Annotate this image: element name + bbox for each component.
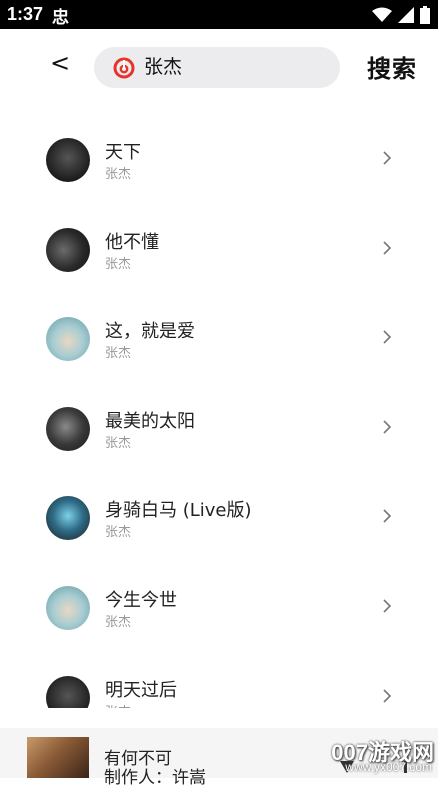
status-icons: [372, 5, 430, 25]
wifi-icon: [372, 7, 392, 22]
song-title: 这，就是爱: [105, 321, 195, 342]
list-item[interactable]: 天下 张杰: [0, 112, 438, 202]
watermark-url: www.yx007.com: [345, 760, 432, 774]
song-title: 明天过后: [105, 680, 177, 701]
netease-music-icon: [113, 57, 135, 79]
search-input[interactable]: 张杰: [94, 47, 340, 88]
song-artist: 张杰: [105, 346, 132, 361]
chevron-right-icon: [383, 420, 392, 434]
list-item[interactable]: 今生今世 张杰: [0, 560, 438, 650]
song-title: 身骑白马 (Live版): [105, 500, 252, 521]
song-title: 天下: [105, 142, 141, 163]
song-artist: 张杰: [105, 167, 132, 182]
chevron-right-icon: [383, 689, 392, 703]
now-playing-title: 有何不可: [104, 749, 172, 769]
song-artist: 张杰: [105, 615, 132, 630]
song-artist: 张杰: [105, 436, 132, 451]
album-cover: [46, 586, 90, 630]
back-button[interactable]: <: [50, 48, 74, 78]
song-artist: 张杰: [105, 705, 131, 708]
album-cover: [46, 676, 90, 708]
status-time: 1:37: [7, 4, 44, 24]
list-item[interactable]: 他不懂 张杰: [0, 202, 438, 292]
chevron-right-icon: [383, 151, 392, 165]
battery-icon: [420, 6, 430, 24]
now-playing-subtitle: 制作人：许嵩: [104, 768, 206, 788]
search-button[interactable]: 搜索: [367, 54, 417, 84]
song-title: 今生今世: [105, 590, 177, 611]
signal-icon: [398, 7, 414, 23]
chevron-right-icon: [383, 241, 392, 255]
status-bar: 1:37 忠: [0, 0, 438, 29]
list-item[interactable]: 身骑白马 (Live版) 张杰: [0, 470, 438, 560]
song-title: 他不懂: [105, 232, 159, 253]
list-item[interactable]: 明天过后 张杰: [0, 650, 438, 708]
chevron-right-icon: [383, 330, 392, 344]
song-artist: 张杰: [105, 525, 132, 540]
album-cover: [46, 496, 90, 540]
album-cover: [46, 407, 90, 451]
album-cover: [46, 317, 90, 361]
album-cover: [46, 228, 90, 272]
chevron-right-icon: [383, 599, 392, 613]
search-query-text: 张杰: [144, 56, 183, 78]
song-artist: 张杰: [105, 257, 132, 272]
list-item[interactable]: 这，就是爱 张杰: [0, 291, 438, 381]
album-cover: [46, 138, 90, 182]
now-playing-cover: [27, 737, 89, 778]
list-item[interactable]: 最美的太阳 张杰: [0, 381, 438, 471]
chevron-right-icon: [383, 509, 392, 523]
song-title: 最美的太阳: [105, 411, 195, 432]
status-app-icon: 忠: [52, 8, 69, 27]
song-list: 天下 张杰 他不懂 张杰 这，就是爱 张杰 最美的太阳 张杰 身骑白马 (Liv…: [0, 112, 438, 708]
